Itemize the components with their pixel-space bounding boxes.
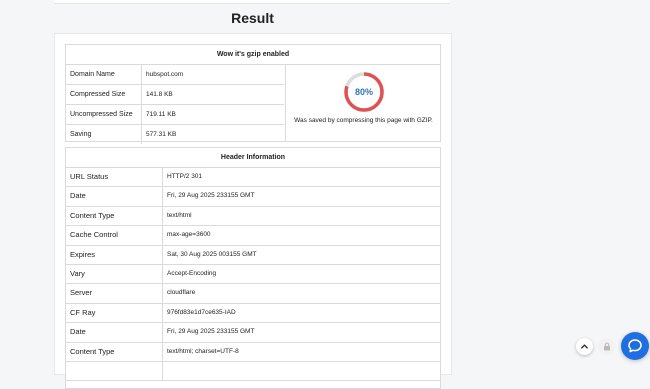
header-key: Cache Control xyxy=(66,226,163,245)
table-row: Expires Sat, 30 Aug 2025 003155 GMT xyxy=(66,245,440,265)
table-row: CF Ray 976fd83e1d7ce635-IAD xyxy=(66,303,440,324)
header-value: Fri, 29 Aug 2025 233155 GMT xyxy=(167,192,255,200)
gzip-heading: Wow it's gzip enabled xyxy=(66,45,440,65)
header-value: Sat, 30 Aug 2025 003155 GMT xyxy=(167,250,257,258)
compression-ring: 80% xyxy=(343,71,385,113)
gzip-row-value: hubspot.com xyxy=(146,71,184,78)
header-info-heading: Header Information xyxy=(66,148,440,168)
lock-icon xyxy=(603,342,610,351)
result-card: Wow it's gzip enabled Domain Name hubspo… xyxy=(54,33,452,389)
header-key: Expires xyxy=(66,245,163,264)
saved-text: Was saved by compressing this page with … xyxy=(294,117,433,124)
gzip-row-key: Saving xyxy=(66,125,142,144)
gzip-row-key: Domain Name xyxy=(66,65,142,84)
header-key: Date xyxy=(66,187,163,206)
gzip-summary-box: Wow it's gzip enabled Domain Name hubspo… xyxy=(65,44,441,144)
previous-card-edge xyxy=(54,0,450,4)
header-value: Accept-Encoding xyxy=(167,269,217,277)
header-value: 976fd83e1d7ce635-IAD xyxy=(167,308,236,316)
compression-ratio-panel: 80% Was saved by compressing this page w… xyxy=(285,65,441,141)
header-key: Date xyxy=(66,323,163,342)
gzip-row-value: 719.11 KB xyxy=(146,111,176,118)
header-key: Content Type xyxy=(66,342,163,361)
table-row: URL Status HTTP/2 301 xyxy=(66,168,440,188)
header-key: Content Type xyxy=(66,206,163,226)
table-row: Date Fri, 29 Aug 2025 233155 GMT xyxy=(66,323,440,343)
header-value: cloudflare xyxy=(167,289,196,297)
compression-percent: 80% xyxy=(354,87,373,97)
table-row: Content Type text/html xyxy=(66,206,440,227)
header-key: Vary xyxy=(66,264,163,284)
scroll-to-top-button[interactable] xyxy=(576,338,593,355)
chevron-up-icon xyxy=(581,344,588,349)
chat-button[interactable] xyxy=(621,332,649,360)
chat-icon xyxy=(628,339,642,353)
table-row: Content Type text/html; charset=UTF-8 xyxy=(66,342,440,362)
header-value: text/html; charset=UTF-8 xyxy=(167,347,239,355)
table-row: Vary Accept-Encoding xyxy=(66,264,440,285)
header-value: HTTP/2 301 xyxy=(167,173,203,180)
gzip-row-key: Compressed Size xyxy=(66,85,142,104)
header-key: URL Status xyxy=(66,168,163,187)
gzip-row: Saving 577.31 KB xyxy=(66,125,284,144)
header-key: CF Ray xyxy=(66,303,163,323)
gzip-row: Compressed Size 141.8 KB xyxy=(66,85,284,105)
gzip-row: Uncompressed Size 719.11 KB xyxy=(66,105,284,125)
gzip-row-key: Uncompressed Size xyxy=(66,105,142,124)
table-row: Cache Control max-age=3600 xyxy=(66,226,440,246)
gzip-row: Domain Name hubspot.com xyxy=(66,65,284,85)
header-key: Server xyxy=(66,284,163,303)
table-row: Server cloudflare xyxy=(66,284,440,304)
page-title: Result xyxy=(231,10,274,26)
table-row: Date Fri, 29 Aug 2025 233155 GMT xyxy=(66,187,440,207)
header-info-box: Header Information URL Status HTTP/2 301… xyxy=(65,147,441,389)
privacy-button[interactable] xyxy=(598,338,615,355)
header-value: Fri, 29 Aug 2025 233155 GMT xyxy=(167,328,255,336)
gzip-row-value: 141.8 KB xyxy=(146,91,173,98)
gzip-row-value: 577.31 KB xyxy=(146,131,177,138)
header-value: max-age=3600 xyxy=(167,231,211,239)
header-value: text/html xyxy=(167,211,192,219)
gzip-table: Domain Name hubspot.com Compressed Size … xyxy=(66,65,284,144)
